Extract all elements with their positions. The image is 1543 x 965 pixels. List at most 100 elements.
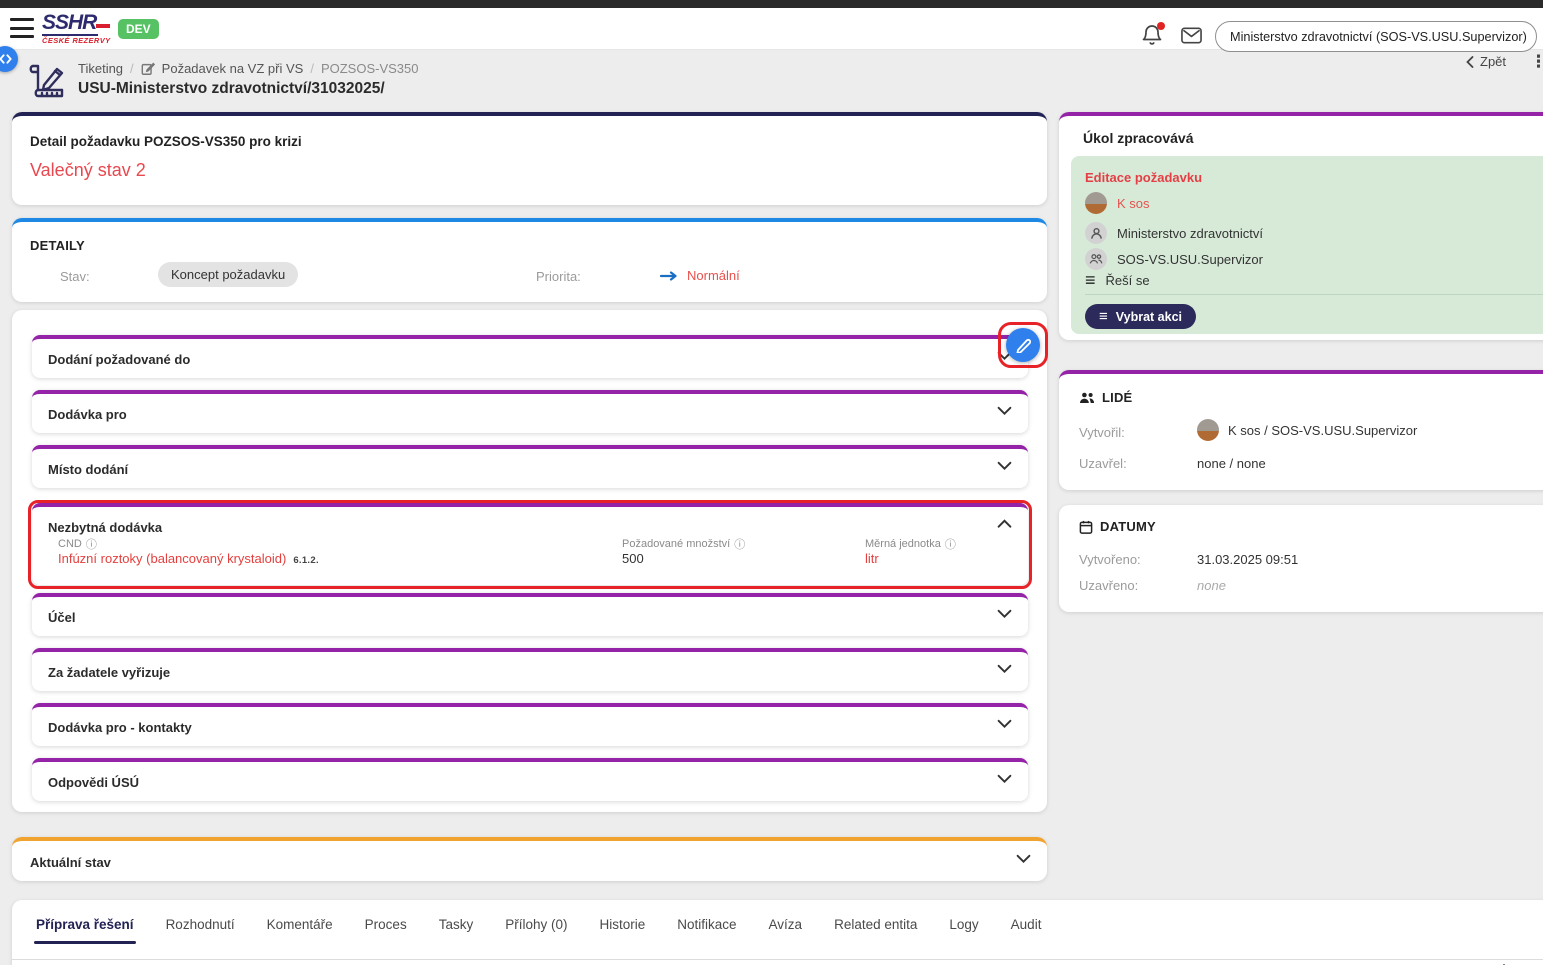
notifications-bell-icon[interactable] [1140, 23, 1166, 49]
chevron-down-icon [997, 774, 1012, 784]
tab-related-entita[interactable]: Related entita [832, 917, 919, 944]
back-label: Zpět [1480, 54, 1506, 69]
tab-rozhodnuti[interactable]: Rozhodnutí [164, 917, 237, 944]
section-ucel[interactable]: Účel [32, 593, 1028, 636]
priority-normal-arrow-icon [660, 271, 678, 281]
org-role-selector[interactable]: Ministerstvo zdravotnictví (SOS-VS.USU.S… [1215, 21, 1537, 52]
form-sections-card: Dodání požadované do Dodávka pro Místo d… [12, 310, 1047, 812]
bottom-tabs-card: Příprava řešení Rozhodnutí Komentáře Pro… [12, 900, 1543, 965]
priority-text: Normální [687, 268, 740, 283]
task-assignee-row: K sos [1085, 192, 1150, 214]
avatar [1197, 419, 1219, 441]
section-label: Dodání požadované do [48, 352, 190, 367]
priority-value: Normální [660, 268, 740, 283]
mnozstvi-value: 500 [622, 551, 644, 566]
tab-priprava-reseni[interactable]: Příprava řešení [34, 917, 136, 944]
group-icon [1085, 248, 1107, 270]
info-icon[interactable]: ⓘ [734, 536, 745, 552]
tab-proces[interactable]: Proces [363, 917, 409, 944]
lide-heading: LIDÉ [1079, 390, 1132, 405]
messages-envelope-icon[interactable] [1180, 25, 1204, 49]
section-dodavka-pro[interactable]: Dodávka pro [32, 390, 1028, 433]
hamburger-menu-icon[interactable] [10, 18, 34, 38]
chevron-down-icon [1016, 854, 1031, 864]
edit-request-button[interactable] [1006, 328, 1040, 362]
breadcrumb: Tiketing / Požadavek na VZ při VS / POZS… [78, 61, 418, 76]
breadcrumb-item-pozadavek[interactable]: Požadavek na VZ při VS [162, 61, 304, 76]
priorita-label: Priorita: [536, 269, 581, 284]
section-dodavka-pro-kontakty[interactable]: Dodávka pro - kontakty [32, 703, 1028, 746]
page-title: USU-Ministerstvo zdravotnictví/31032025/ [78, 80, 385, 98]
people-icon [1079, 391, 1095, 404]
vytvoreno-value: 31.03.2025 09:51 [1197, 552, 1298, 567]
tab-historie[interactable]: Historie [598, 917, 648, 944]
section-label: Nezbytná dodávka [48, 520, 162, 535]
edit-document-icon [141, 62, 155, 76]
back-button[interactable]: Zpět [1466, 54, 1506, 69]
section-nezbytna-dodavka: Nezbytná dodávka CNDⓘ Infúzní roztoky (b… [32, 503, 1028, 585]
cnd-value[interactable]: Infúzní roztoky (balancovaný krystaloid)… [58, 551, 319, 566]
tab-audit[interactable]: Audit [1009, 917, 1044, 944]
section-label: Účel [48, 610, 75, 625]
chevron-down-icon [997, 406, 1012, 416]
aktualni-stav-label: Aktuální stav [30, 855, 111, 870]
detail-card-title: Detail požadavku POZSOS-VS350 pro krizi [30, 134, 302, 149]
calendar-icon [1079, 520, 1093, 534]
page-kebab-menu-icon[interactable]: ⋮ [1530, 52, 1543, 72]
tab-prilohy[interactable]: Přílohy (0) [503, 917, 569, 944]
pencil-icon [1015, 337, 1031, 353]
task-role-row: SOS-VS.USU.Supervizor [1085, 248, 1263, 270]
section-dodani-pozadovane-do[interactable]: Dodání požadované do [32, 335, 1028, 378]
section-odpovedi-usu[interactable]: Odpovědi ÚSÚ [32, 758, 1028, 801]
chevron-down-icon [997, 719, 1012, 729]
tab-tasky[interactable]: Tasky [437, 917, 476, 944]
chevron-down-icon [997, 609, 1012, 619]
chevron-up-icon[interactable] [997, 519, 1012, 529]
section-label: Odpovědi ÚSÚ [48, 775, 139, 790]
war-state-status: Valečný stav 2 [30, 160, 146, 181]
tab-komentare[interactable]: Komentáře [265, 917, 335, 944]
tab-aviza[interactable]: Avíza [767, 917, 805, 944]
jednotka-label: Měrná jednotkaⓘ [865, 536, 956, 552]
breadcrumb-item-current: POZSOS-VS350 [321, 61, 419, 76]
lide-card: LIDÉ Vytvořil: K sos / SOS-VS.USU.Superv… [1059, 370, 1543, 490]
section-misto-dodani[interactable]: Místo dodání [32, 445, 1028, 488]
request-page-icon [24, 56, 70, 102]
datumy-heading: DATUMY [1079, 519, 1156, 534]
tabs-divider [12, 959, 1543, 960]
uzavrel-value: none / none [1197, 456, 1266, 471]
dev-environment-badge: DEV [118, 19, 159, 39]
vybrat-akci-button[interactable]: ≡ Vybrat akci [1085, 304, 1196, 329]
breadcrumb-separator: / [310, 61, 314, 76]
datumy-card: DATUMY Vytvořeno: 31.03.2025 09:51 Uzavř… [1059, 505, 1543, 612]
tab-bar: Příprava řešení Rozhodnutí Komentáře Pro… [34, 917, 1043, 944]
vytvoreno-label: Vytvořeno: [1079, 552, 1141, 567]
app-canvas: SSHR ČESKÉ REZERVY DEV Ministerstvo zdra… [0, 0, 1543, 965]
info-icon[interactable]: ⓘ [945, 536, 956, 552]
sshr-logo: SSHR ČESKÉ REZERVY [42, 12, 112, 48]
browser-top-strip [0, 0, 1543, 8]
jednotka-value: litr [865, 551, 879, 566]
task-role-name: SOS-VS.USU.Supervizor [1117, 252, 1263, 267]
mnozstvi-label: Požadované množstvíⓘ [622, 536, 745, 552]
section-label: Místo dodání [48, 462, 128, 477]
tab-logy[interactable]: Logy [947, 917, 980, 944]
section-aktualni-stav[interactable]: Aktuální stav [12, 837, 1047, 881]
menu-icon: ≡ [1099, 309, 1108, 324]
logo-red-dash [96, 24, 110, 28]
vytvoril-value: K sos / SOS-VS.USU.Supervizor [1197, 419, 1417, 441]
avatar [1085, 192, 1107, 214]
uzavreno-value: none [1197, 578, 1226, 593]
stav-label: Stav: [60, 269, 90, 284]
logo-word: SSHR [42, 12, 98, 36]
cnd-label: CNDⓘ [58, 536, 97, 552]
breadcrumb-item-tiketing[interactable]: Tiketing [78, 61, 123, 76]
uzavrel-label: Uzavřel: [1079, 456, 1127, 471]
assignee-name[interactable]: K sos [1117, 196, 1150, 211]
info-icon[interactable]: ⓘ [86, 536, 97, 552]
vybrat-akci-label: Vybrat akci [1116, 310, 1182, 324]
ukol-card: Úkol zpracovává Editace požadavku K sos … [1059, 112, 1543, 340]
person-icon [1085, 222, 1107, 244]
tab-notifikace[interactable]: Notifikace [675, 917, 738, 944]
section-za-zadatele-vyrizuje[interactable]: Za žadatele vyřizuje [32, 648, 1028, 691]
